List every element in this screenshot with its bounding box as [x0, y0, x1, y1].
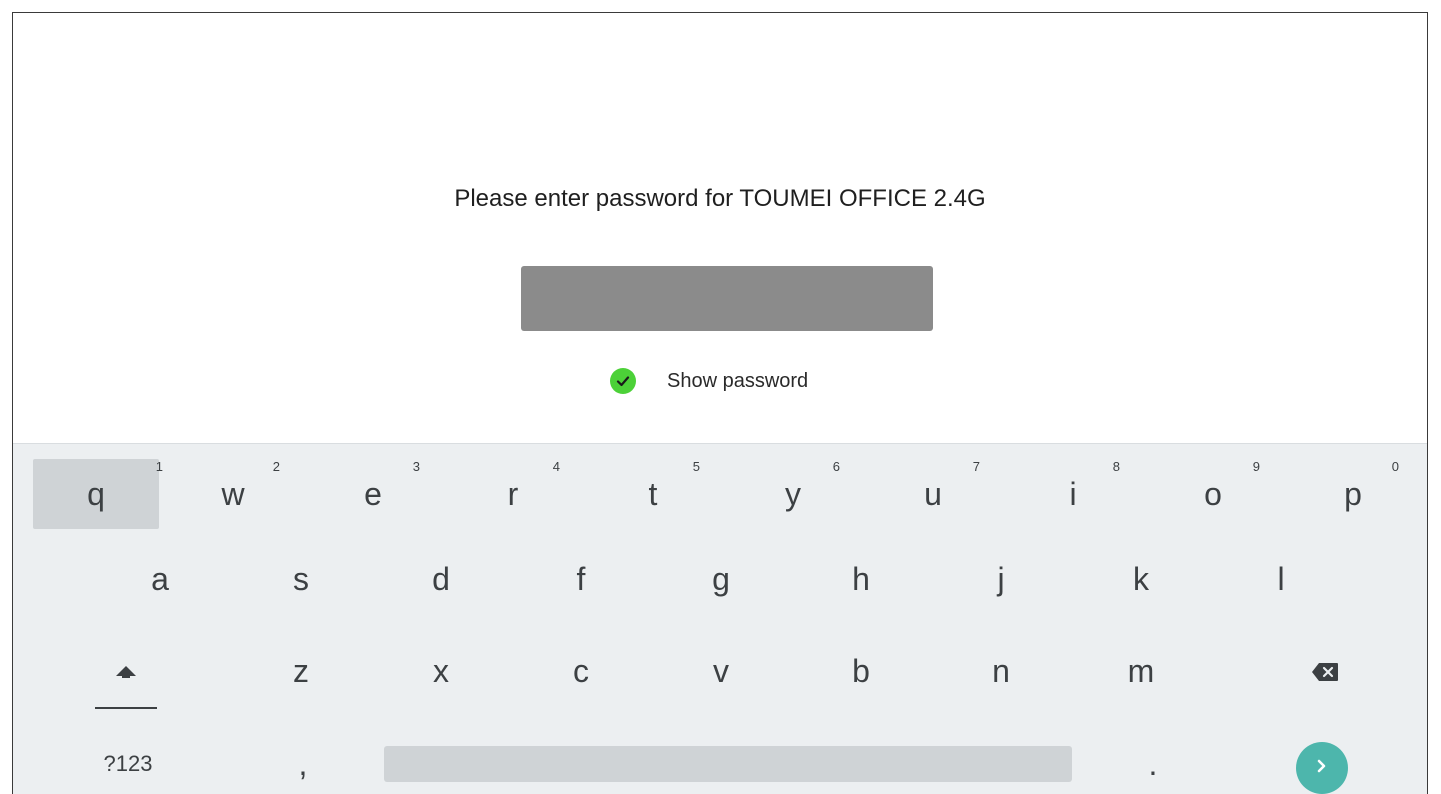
key-hint: 2: [272, 459, 280, 474]
key-hint: 4: [552, 459, 560, 474]
key-label: z: [293, 652, 309, 689]
backspace-key[interactable]: [1285, 638, 1365, 704]
key-x[interactable]: x: [406, 638, 476, 704]
key-label: n: [992, 652, 1010, 689]
comma-key[interactable]: ,: [273, 734, 333, 794]
key-k[interactable]: k: [1106, 546, 1176, 612]
key-p[interactable]: p 0: [1313, 459, 1399, 529]
key-label: .: [1148, 745, 1158, 782]
key-label: o: [1204, 475, 1222, 512]
key-y[interactable]: y 6: [753, 459, 840, 529]
shift-underline: [95, 707, 157, 709]
key-m[interactable]: m: [1106, 638, 1176, 704]
show-password-toggle[interactable]: Show password: [610, 366, 808, 396]
key-hint: 9: [1252, 459, 1260, 474]
key-label: x: [433, 652, 449, 689]
key-label: l: [1277, 560, 1285, 597]
key-label: h: [852, 560, 870, 597]
key-hint: 3: [412, 459, 420, 474]
key-q[interactable]: q 1: [33, 459, 163, 529]
key-label: b: [852, 652, 870, 689]
key-o[interactable]: o 9: [1173, 459, 1260, 529]
key-label: e: [364, 475, 382, 512]
shift-key[interactable]: [83, 638, 169, 708]
password-field[interactable]: [521, 266, 933, 331]
period-key[interactable]: .: [1123, 734, 1183, 794]
key-c[interactable]: c: [546, 638, 616, 704]
key-label: k: [1133, 560, 1149, 597]
key-j[interactable]: j: [966, 546, 1036, 612]
key-label: i: [1069, 475, 1077, 512]
key-label: p: [1344, 475, 1362, 512]
backspace-icon: [1311, 653, 1339, 690]
key-hint: 0: [1391, 459, 1399, 474]
key-label: w: [221, 475, 245, 512]
key-v[interactable]: v: [686, 638, 756, 704]
key-label: ,: [298, 745, 308, 782]
key-label: j: [997, 560, 1005, 597]
key-n[interactable]: n: [966, 638, 1036, 704]
key-label: a: [151, 560, 169, 597]
enter-arrow-icon: [1313, 757, 1331, 780]
key-label: r: [507, 475, 519, 512]
key-hint: 7: [972, 459, 980, 474]
symbols-key[interactable]: ?123: [83, 734, 173, 794]
key-l[interactable]: l: [1246, 546, 1316, 612]
key-i[interactable]: i 8: [1033, 459, 1120, 529]
key-label: s: [293, 560, 309, 597]
on-screen-keyboard: q 1 w 2 e 3 r 4 t 5 y 6 u 7 i 8 o 9 p 0 …: [13, 443, 1427, 794]
key-hint: 6: [832, 459, 840, 474]
key-hint: 1: [155, 459, 163, 474]
key-label: g: [712, 560, 730, 597]
key-hint: 5: [692, 459, 700, 474]
key-label: d: [432, 560, 450, 597]
key-g[interactable]: g: [686, 546, 756, 612]
checkmark-icon[interactable]: [610, 368, 636, 394]
key-label: u: [924, 475, 942, 512]
key-label: m: [1127, 652, 1155, 689]
key-label: f: [576, 560, 586, 597]
key-u[interactable]: u 7: [893, 459, 980, 529]
key-e[interactable]: e 3: [333, 459, 420, 529]
screen-frame: Please enter password for TOUMEI OFFICE …: [12, 12, 1428, 794]
key-label: ?123: [103, 751, 153, 776]
key-label: y: [785, 475, 801, 512]
key-hint: 8: [1112, 459, 1120, 474]
key-z[interactable]: z: [266, 638, 336, 704]
key-h[interactable]: h: [826, 546, 896, 612]
key-s[interactable]: s: [266, 546, 336, 612]
space-bar[interactable]: [384, 746, 1072, 782]
enter-button[interactable]: [1296, 742, 1348, 794]
key-d[interactable]: d: [406, 546, 476, 612]
key-t[interactable]: t 5: [613, 459, 700, 529]
key-label: v: [713, 652, 729, 689]
key-w[interactable]: w 2: [193, 459, 280, 529]
key-a[interactable]: a: [125, 546, 195, 612]
password-prompt: Please enter password for TOUMEI OFFICE …: [454, 185, 986, 212]
key-f[interactable]: f: [546, 546, 616, 612]
key-label: c: [573, 652, 589, 689]
key-r[interactable]: r 4: [473, 459, 560, 529]
key-b[interactable]: b: [826, 638, 896, 704]
key-label: q: [87, 475, 105, 512]
shift-arrow-icon: [114, 655, 138, 692]
key-label: t: [648, 475, 658, 512]
show-password-label: Show password: [667, 369, 809, 392]
